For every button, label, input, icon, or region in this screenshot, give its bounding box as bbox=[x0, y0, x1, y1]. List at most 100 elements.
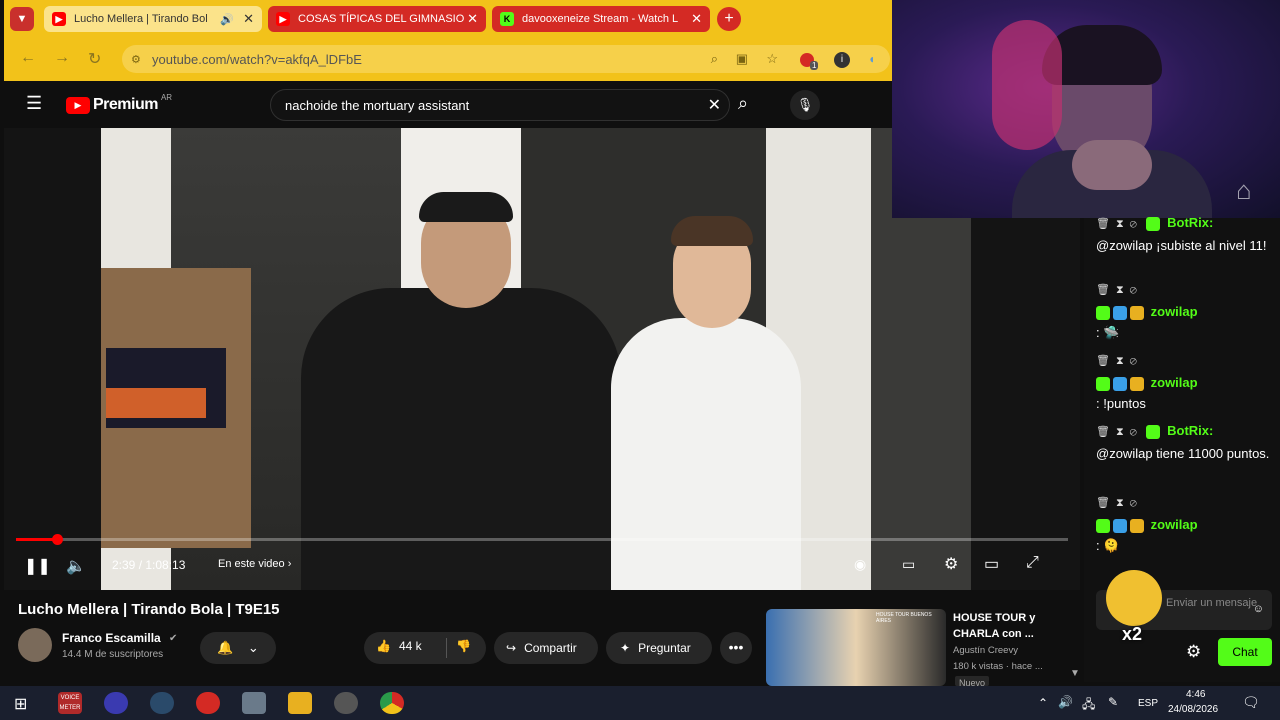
forward-arrow-icon[interactable]: → bbox=[54, 49, 70, 67]
obs-app-icon[interactable] bbox=[104, 692, 128, 714]
notifications-icon[interactable]: 🗨 bbox=[1242, 694, 1260, 711]
subtitles-icon[interactable]: ▭ bbox=[902, 556, 915, 573]
moderation-icons[interactable]: 🗑⧗⊘ bbox=[1096, 426, 1143, 438]
chrome-app-icon[interactable] bbox=[380, 692, 404, 714]
like-count: 44 k bbox=[398, 639, 422, 653]
menu-icon[interactable]: ☰ bbox=[26, 93, 42, 114]
chat-username[interactable]: BotRix: bbox=[1167, 215, 1213, 230]
settings-gear-icon[interactable]: ⚙ bbox=[1186, 642, 1201, 662]
like-button[interactable]: 👍 44 k bbox=[376, 639, 422, 653]
plus-icon: + bbox=[724, 10, 734, 27]
url-field[interactable]: ⚙ youtube.com/watch?v=akfqA_lDFbE ⌕ ▣ ☆ bbox=[122, 45, 890, 73]
reload-icon[interactable]: ↻ bbox=[88, 49, 101, 69]
youtube-logo[interactable]: ▶ Premium AR bbox=[66, 92, 173, 114]
close-tab-icon[interactable]: ✕ bbox=[243, 11, 254, 27]
chevron-down-icon: ▼ bbox=[16, 13, 28, 25]
tray-chevron-up-icon[interactable]: ⌃ bbox=[1038, 696, 1048, 710]
windows-start-icon[interactable]: ⊞ bbox=[14, 694, 27, 714]
network-tray-icon[interactable]: 🖧 bbox=[1082, 695, 1095, 716]
moderation-icons[interactable]: 🗑⧗⊘ bbox=[1096, 355, 1143, 367]
url-text: youtube.com/watch?v=akfqA_lDFbE bbox=[152, 51, 362, 67]
extension-info-icon[interactable]: i bbox=[834, 52, 850, 68]
region-code: AR bbox=[160, 92, 173, 102]
chat-message: 🗑⧗⊘ BotRix: @zowilap ¡subiste al nivel 1… bbox=[1096, 212, 1272, 256]
tab-kick-stream[interactable]: K davooxeneize Stream - Watch L ✕ bbox=[492, 6, 710, 32]
chat-username[interactable]: BotRix: bbox=[1167, 423, 1213, 438]
speaker-icon[interactable]: 🔊 bbox=[220, 13, 234, 26]
recommendation-thumbnail[interactable]: HOUSE TOUR BUENOS AIRES bbox=[766, 609, 946, 686]
chat-username[interactable]: zowilap bbox=[1151, 375, 1198, 390]
voice-search-button[interactable]: 🎙 bbox=[790, 90, 820, 120]
more-horizontal-icon: ••• bbox=[728, 639, 744, 655]
autoplay-toggle-icon[interactable]: ◉ bbox=[854, 556, 866, 573]
pen-tray-icon[interactable]: ✎ bbox=[1108, 695, 1118, 709]
moderation-icons[interactable]: 🗑⧗⊘ bbox=[1096, 284, 1143, 296]
arcade-marquee bbox=[106, 388, 206, 418]
volume-tray-icon[interactable]: 🔊 bbox=[1058, 695, 1073, 709]
back-arrow-icon[interactable]: ← bbox=[20, 49, 36, 67]
channel-avatar[interactable] bbox=[18, 628, 52, 662]
fullscreen-icon[interactable]: ⤢ bbox=[1026, 554, 1039, 572]
extension-wave-icon[interactable]: ◖ bbox=[868, 52, 882, 68]
search-icon[interactable]: ⌕ bbox=[738, 93, 748, 114]
badge-icon bbox=[1130, 305, 1144, 320]
volume-icon[interactable]: 🔈 bbox=[66, 556, 86, 576]
thumbs-down-icon[interactable]: 👎 bbox=[456, 639, 471, 653]
tab-search-button[interactable]: ▼ bbox=[10, 7, 34, 31]
chat-send-button[interactable]: Chat bbox=[1218, 638, 1272, 666]
bell-icon: 🔔 bbox=[217, 640, 234, 655]
opera-app-icon[interactable] bbox=[196, 692, 220, 714]
share-button[interactable]: ↪ Compartir bbox=[494, 632, 598, 664]
settings-gear-icon[interactable]: ⚙ bbox=[944, 554, 958, 574]
tab-label: Lucho Mellera | Tirando Bol bbox=[74, 13, 208, 25]
clear-search-icon[interactable]: ✕ bbox=[708, 95, 721, 115]
chat-username[interactable]: zowilap bbox=[1151, 517, 1198, 532]
theater-mode-icon[interactable]: ▭ bbox=[984, 554, 999, 574]
site-info-icon[interactable]: ⚙ bbox=[131, 53, 141, 66]
youtube-favicon-icon: ▶ bbox=[276, 12, 290, 26]
zoom-icon[interactable]: ⌕ bbox=[711, 51, 718, 67]
new-tab-button[interactable]: + bbox=[717, 7, 741, 31]
kick-favicon-icon: K bbox=[500, 12, 514, 26]
channel-name[interactable]: Franco Escamilla bbox=[62, 631, 161, 645]
file-explorer-icon[interactable] bbox=[288, 692, 312, 714]
tab-youtube-active[interactable]: ▶ Lucho Mellera | Tirando Bol 🔊 ✕ bbox=[44, 6, 262, 32]
microphone-icon: 🎙 bbox=[796, 97, 814, 112]
emoji-icon[interactable]: ☺ bbox=[1253, 602, 1264, 616]
recorder-app-icon[interactable] bbox=[334, 692, 358, 714]
voicemeeter-app-icon[interactable]: VOICE METER bbox=[58, 692, 82, 714]
recommendation-title[interactable]: HOUSE TOUR y CHARLA con ... bbox=[953, 610, 1065, 642]
progress-scrubber[interactable] bbox=[52, 534, 64, 545]
sparkle-icon: ✦ bbox=[620, 641, 631, 655]
close-tab-icon[interactable]: ✕ bbox=[691, 11, 702, 27]
youtube-play-icon: ▶ bbox=[66, 96, 90, 114]
bookmark-star-icon[interactable]: ☆ bbox=[766, 51, 778, 67]
search-input[interactable]: nachoide the mortuary assistant ✕ bbox=[270, 89, 730, 121]
stream-chat: 🗑⧗⊘ BotRix: @zowilap ¡subiste al nivel 1… bbox=[1084, 215, 1280, 682]
more-actions-button[interactable]: ••• bbox=[720, 632, 752, 664]
subscribe-bell-button[interactable]: 🔔 ⌄ bbox=[200, 632, 276, 664]
chat-text: : bbox=[1096, 538, 1100, 553]
chat-message: 🗑⧗⊘ zowilap : 🛸 bbox=[1096, 278, 1272, 343]
chat-message: 🗑⧗⊘ zowilap : !puntos bbox=[1096, 349, 1272, 414]
clock-date[interactable]: 24/08/2026 bbox=[1168, 704, 1218, 715]
webcam-overlay: ⌂ bbox=[892, 0, 1280, 218]
scroll-down-arrow-icon[interactable]: ▼ bbox=[1070, 668, 1080, 679]
install-icon[interactable]: ▣ bbox=[736, 51, 748, 67]
chat-username[interactable]: zowilap bbox=[1151, 304, 1198, 319]
language-indicator[interactable]: ESP bbox=[1138, 698, 1158, 709]
like-dislike-group: 👍 44 k 👎 bbox=[364, 632, 486, 664]
badge-icon bbox=[1096, 376, 1110, 391]
progress-track[interactable] bbox=[16, 534, 1068, 545]
moderation-icons[interactable]: 🗑⧗⊘ bbox=[1096, 497, 1143, 509]
game-app-icon[interactable] bbox=[242, 692, 266, 714]
moderation-icons[interactable]: 🗑⧗⊘ bbox=[1096, 218, 1143, 230]
subscriber-count: 14.4 M de suscriptores bbox=[62, 649, 164, 660]
ask-button[interactable]: ✦ Preguntar bbox=[606, 632, 712, 664]
pause-icon[interactable]: ❚❚ bbox=[24, 556, 51, 576]
tab-gimnasio[interactable]: ▶ COSAS TÍPICAS DEL GIMNASIO ✕ bbox=[268, 6, 486, 32]
chapters-button[interactable]: En este video › bbox=[218, 558, 291, 570]
close-tab-icon[interactable]: ✕ bbox=[467, 11, 478, 27]
steam-app-icon[interactable] bbox=[150, 692, 174, 714]
clock-time[interactable]: 4:46 bbox=[1186, 689, 1205, 700]
